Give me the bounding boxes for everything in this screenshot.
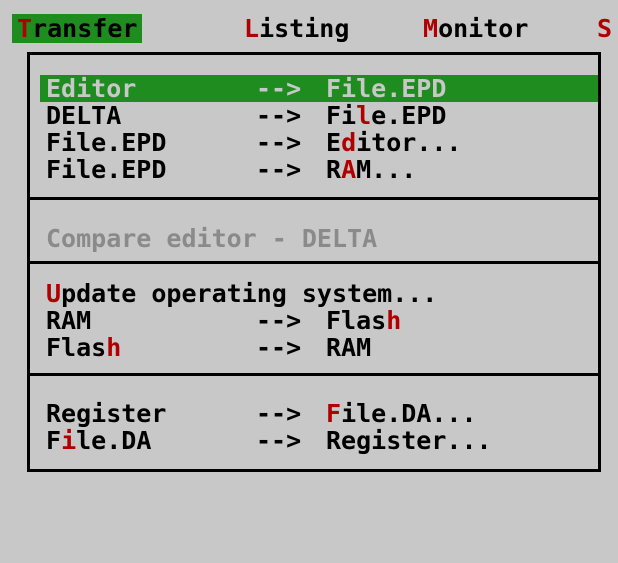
- item-hotkey: A: [341, 155, 357, 184]
- item-arrow: -->: [256, 333, 302, 362]
- item-arrow: -->: [256, 399, 302, 428]
- item-target: Editor...: [326, 128, 462, 157]
- item-target: RAM: [326, 333, 372, 362]
- item-source: Register: [46, 399, 167, 428]
- item-label: Compare editor - DELTA: [46, 224, 378, 253]
- item-target: File.EPD: [326, 74, 447, 103]
- menu-listing[interactable]: Listing: [239, 14, 354, 43]
- item-arrow: -->: [256, 74, 302, 103]
- menu-divider: [30, 261, 598, 264]
- menu-item-file-epd-to-ram[interactable]: File.EPD --> RAM...: [38, 156, 416, 183]
- item-source: Editor: [46, 74, 137, 103]
- menu-divider: [30, 373, 598, 376]
- menu-transfer-hotkey: T: [17, 14, 33, 43]
- menu-listing-hotkey: L: [244, 14, 260, 43]
- menu-item-ram-to-flash[interactable]: RAM --> Flash: [38, 306, 401, 335]
- item-target: File.DA...: [326, 399, 477, 428]
- menu-transfer[interactable]: Transfer: [12, 14, 143, 43]
- menu-item-file-epd-to-editor[interactable]: File.EPD --> Editor...: [38, 129, 461, 156]
- menu-monitor[interactable]: Monitor: [418, 14, 533, 43]
- menu-transfer-label: ransfer: [32, 14, 138, 43]
- item-arrow: -->: [256, 426, 302, 455]
- item-source: RAM: [46, 306, 92, 335]
- item-hotkey: F: [326, 399, 342, 428]
- transfer-dropdown: Editor --> File.EPD DELTA --> File.EPD F…: [27, 52, 601, 472]
- menu-monitor-hotkey: M: [423, 14, 439, 43]
- item-target: Flash: [326, 306, 402, 335]
- item-hotkey: d: [341, 128, 357, 157]
- menu-bar: Transfer Listing Monitor S: [12, 14, 612, 43]
- menu-item-file-da-to-register[interactable]: File.DA --> Register...: [38, 427, 492, 454]
- item-arrow: -->: [256, 128, 302, 157]
- menu-item-delta-to-file-epd[interactable]: DELTA --> File.EPD: [38, 102, 446, 129]
- menu-item-update-operating-system[interactable]: Update operating system...: [38, 280, 437, 307]
- item-source: File.DA: [46, 426, 152, 455]
- menu-s[interactable]: S: [592, 14, 617, 43]
- item-source: File.EPD: [46, 155, 167, 184]
- item-arrow: -->: [256, 101, 302, 130]
- item-source: File.EPD: [46, 128, 167, 157]
- item-source: Flash: [46, 333, 122, 362]
- menu-listing-label: isting: [259, 14, 350, 43]
- item-source: DELTA: [46, 101, 122, 130]
- menu-item-register-to-file-da[interactable]: Register --> File.DA...: [38, 400, 477, 427]
- item-target: RAM...: [326, 155, 417, 184]
- menu-monitor-label: onitor: [438, 14, 529, 43]
- item-hotkey: i: [61, 426, 77, 455]
- item-target: Register...: [326, 426, 492, 455]
- item-hotkey: U: [46, 279, 62, 308]
- item-label: Update operating system...: [46, 279, 438, 308]
- menu-item-flash-to-ram[interactable]: Flash --> RAM: [38, 334, 371, 361]
- item-hotkey: h: [386, 306, 402, 335]
- menu-s-hotkey: S: [597, 14, 613, 43]
- item-hotkey: l: [356, 101, 372, 130]
- menu-divider: [30, 197, 598, 200]
- item-target: File.EPD: [326, 101, 447, 130]
- item-hotkey: h: [106, 333, 122, 362]
- menu-item-compare-editor-delta: Compare editor - DELTA: [38, 225, 377, 252]
- item-arrow: -->: [256, 306, 302, 335]
- menu-item-editor-to-file-epd[interactable]: Editor --> File.EPD: [40, 75, 598, 102]
- item-arrow: -->: [256, 155, 302, 184]
